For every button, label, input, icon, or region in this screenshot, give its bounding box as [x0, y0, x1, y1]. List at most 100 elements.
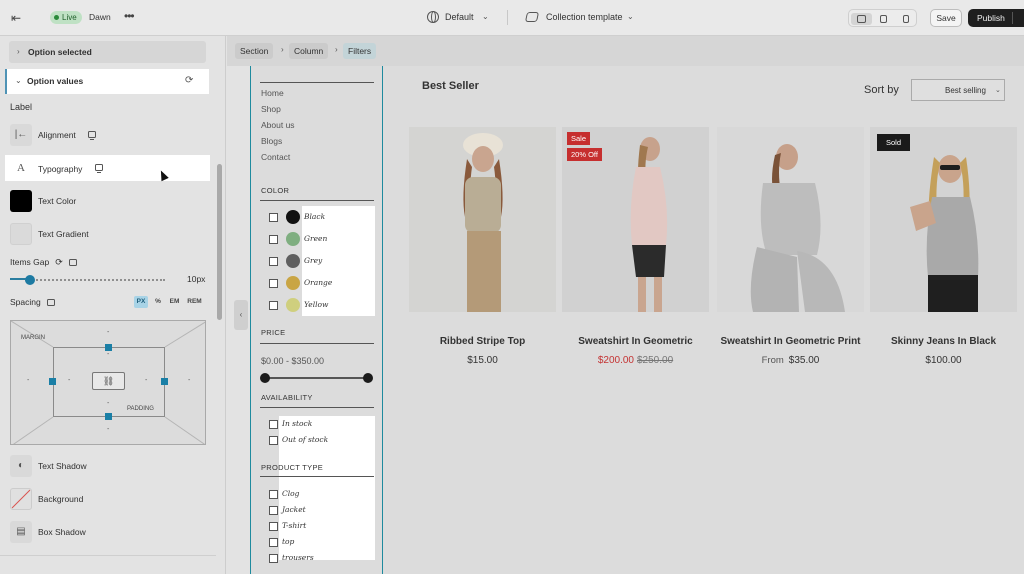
color-swatch-orange[interactable] [286, 276, 300, 290]
responsive-icon[interactable] [46, 299, 55, 306]
color-swatch[interactable] [10, 190, 32, 212]
product-title[interactable]: Ribbed Stripe Top [409, 336, 556, 347]
text-gradient-property[interactable]: Text Gradient [10, 223, 210, 245]
breadcrumb-section[interactable]: Section [235, 43, 274, 59]
link-icon[interactable]: ⛓ [92, 372, 125, 390]
tablet-icon[interactable] [873, 13, 894, 25]
chevron-down-icon[interactable]: ⌄ [627, 12, 634, 21]
product-image[interactable]: Sold [870, 127, 1017, 312]
breadcrumb-column[interactable]: Column [289, 43, 329, 59]
checkbox[interactable] [269, 490, 278, 499]
unit-em[interactable]: EM [168, 296, 181, 308]
padding-left-value[interactable]: - [68, 377, 70, 384]
nav-link-contact[interactable]: Contact [261, 152, 290, 162]
checkbox[interactable] [269, 522, 278, 531]
margin-left-handle[interactable] [49, 378, 56, 385]
checkbox[interactable] [269, 436, 278, 445]
desktop-icon[interactable] [851, 13, 872, 25]
color-option-yellow[interactable]: Yellow [304, 300, 328, 309]
product-type-tshirt[interactable]: T-shirt [282, 521, 306, 530]
unit-percent[interactable]: % [153, 296, 163, 308]
color-swatch-green[interactable] [286, 232, 300, 246]
checkbox[interactable] [269, 279, 278, 288]
margin-left-value[interactable]: - [27, 377, 29, 384]
product-image[interactable] [409, 127, 556, 312]
responsive-icon[interactable] [88, 131, 96, 140]
color-option-black[interactable]: Black [304, 212, 325, 221]
responsive-icon[interactable] [68, 259, 77, 266]
checkbox[interactable] [269, 538, 278, 547]
color-option-orange[interactable]: Orange [304, 278, 332, 287]
items-gap-slider-thumb[interactable] [25, 275, 35, 285]
margin-bottom-handle[interactable] [105, 413, 112, 420]
background-swatch[interactable] [10, 488, 32, 510]
chevron-down-icon[interactable]: ⌄ [482, 12, 489, 21]
breadcrumb-filters[interactable]: Filters [343, 43, 377, 59]
template-selector[interactable]: Collection template [546, 12, 623, 22]
text-color-property[interactable]: Text Color [10, 190, 210, 212]
typography-property[interactable]: A Typography [5, 155, 210, 181]
publish-button[interactable]: Publish [968, 9, 1024, 27]
color-swatch-black[interactable] [286, 210, 300, 224]
sidebar-scrollbar[interactable] [217, 164, 222, 320]
price-min-handle[interactable] [260, 373, 270, 383]
product-type-jacket[interactable]: Jacket [282, 505, 306, 514]
product-type-clog[interactable]: Clog [282, 489, 299, 498]
product-title[interactable]: Sweatshirt In Geometric [562, 336, 709, 347]
checkbox[interactable] [269, 235, 278, 244]
box-shadow-property[interactable]: ▤ Box Shadow [10, 521, 210, 543]
reset-icon[interactable]: ⟳ [55, 257, 63, 267]
color-option-green[interactable]: Green [304, 234, 327, 243]
color-swatch-yellow[interactable] [286, 298, 300, 312]
product-type-trousers[interactable]: trousers [282, 553, 314, 562]
checkbox[interactable] [269, 213, 278, 222]
background-property[interactable]: Background [10, 488, 210, 510]
option-selected-section[interactable]: › Option selected [9, 41, 206, 63]
product-title[interactable]: Sweatshirt In Geometric Print [717, 336, 864, 347]
gradient-swatch[interactable] [10, 223, 32, 245]
nav-link-blogs[interactable]: Blogs [261, 136, 282, 146]
checkbox[interactable] [269, 506, 278, 515]
locale-selector[interactable]: Default [445, 12, 474, 22]
exit-icon[interactable]: ⇤ [8, 10, 24, 26]
padding-top-value[interactable]: - [107, 351, 109, 358]
items-gap-slider[interactable] [25, 279, 165, 281]
availability-out-of-stock[interactable]: Out of stock [282, 435, 328, 444]
sort-by-select[interactable]: Best selling ⌄ [911, 79, 1005, 101]
responsive-icon[interactable] [95, 164, 103, 173]
margin-right-handle[interactable] [161, 378, 168, 385]
unit-px[interactable]: PX [134, 296, 148, 308]
mobile-icon[interactable] [895, 13, 916, 25]
unit-rem[interactable]: REM [186, 296, 203, 308]
text-shadow-property[interactable]: ◐ Text Shadow [10, 455, 210, 477]
checkbox[interactable] [269, 257, 278, 266]
product-image[interactable]: Sale 20% Off [562, 127, 709, 312]
price-max-handle[interactable] [363, 373, 373, 383]
nav-link-shop[interactable]: Shop [261, 104, 281, 114]
color-option-grey[interactable]: Grey [304, 256, 322, 265]
sync-icon[interactable]: ⟳ [185, 75, 193, 86]
filters-column[interactable]: Home Shop About us Blogs Contact COLOR B… [250, 66, 383, 574]
checkbox[interactable] [269, 554, 278, 563]
more-icon[interactable]: ••• [124, 9, 135, 23]
product-type-top[interactable]: top [282, 537, 294, 546]
alignment-property[interactable]: |← Alignment [10, 124, 210, 146]
padding-right-value[interactable]: - [145, 377, 147, 384]
option-values-section[interactable]: ⌄ Option values ⟳ [5, 69, 209, 94]
save-button[interactable]: Save [930, 9, 962, 27]
color-swatch-grey[interactable] [286, 254, 300, 268]
price-range-slider[interactable] [265, 377, 369, 379]
margin-top-value[interactable]: - [107, 329, 109, 336]
product-image[interactable] [717, 127, 864, 312]
availability-in-stock[interactable]: In stock [282, 419, 312, 428]
padding-bottom-value[interactable]: - [107, 400, 109, 407]
checkbox[interactable] [269, 301, 278, 310]
nav-link-about[interactable]: About us [261, 120, 295, 130]
globe-icon[interactable] [427, 11, 439, 23]
collapse-sidebar-icon[interactable]: ‹ [234, 300, 248, 330]
margin-right-value[interactable]: - [188, 377, 190, 384]
margin-top-handle[interactable] [105, 344, 112, 351]
nav-link-home[interactable]: Home [261, 88, 284, 98]
product-title[interactable]: Skinny Jeans In Black [870, 336, 1017, 347]
margin-bottom-value[interactable]: - [107, 426, 109, 433]
